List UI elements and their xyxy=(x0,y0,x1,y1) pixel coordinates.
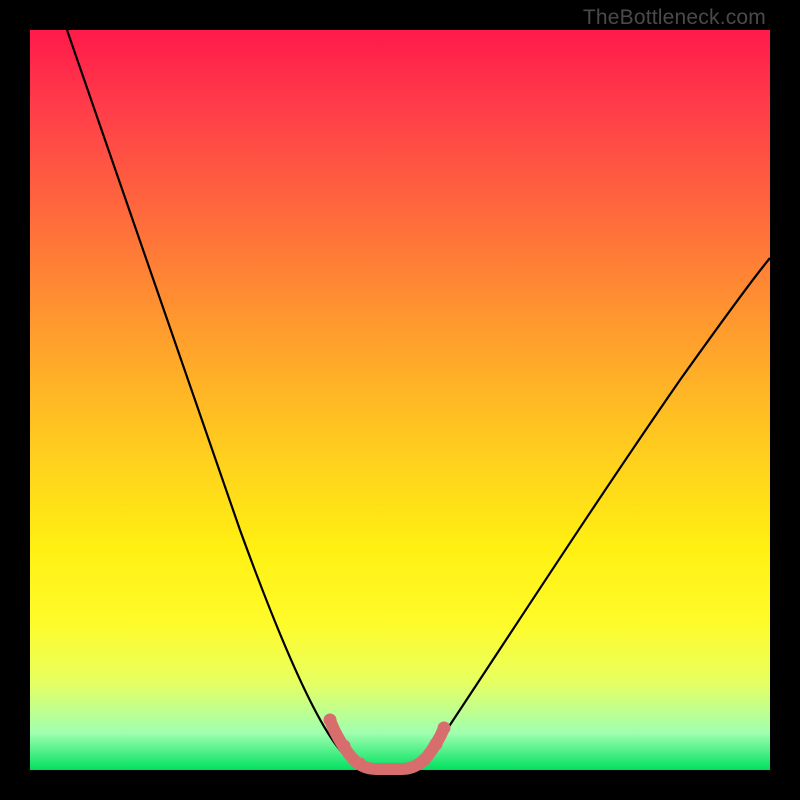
optimal-marker-dot xyxy=(430,738,443,751)
optimal-marker-dot xyxy=(324,714,337,727)
optimal-marker-dot xyxy=(418,754,431,767)
watermark-text: TheBottleneck.com xyxy=(583,6,766,30)
optimal-marker-dot xyxy=(438,722,451,735)
chart-svg xyxy=(30,30,770,770)
optimal-marker-dot xyxy=(338,740,351,753)
optimal-marker-dot xyxy=(354,758,367,771)
bottleneck-curve-line xyxy=(67,30,770,769)
